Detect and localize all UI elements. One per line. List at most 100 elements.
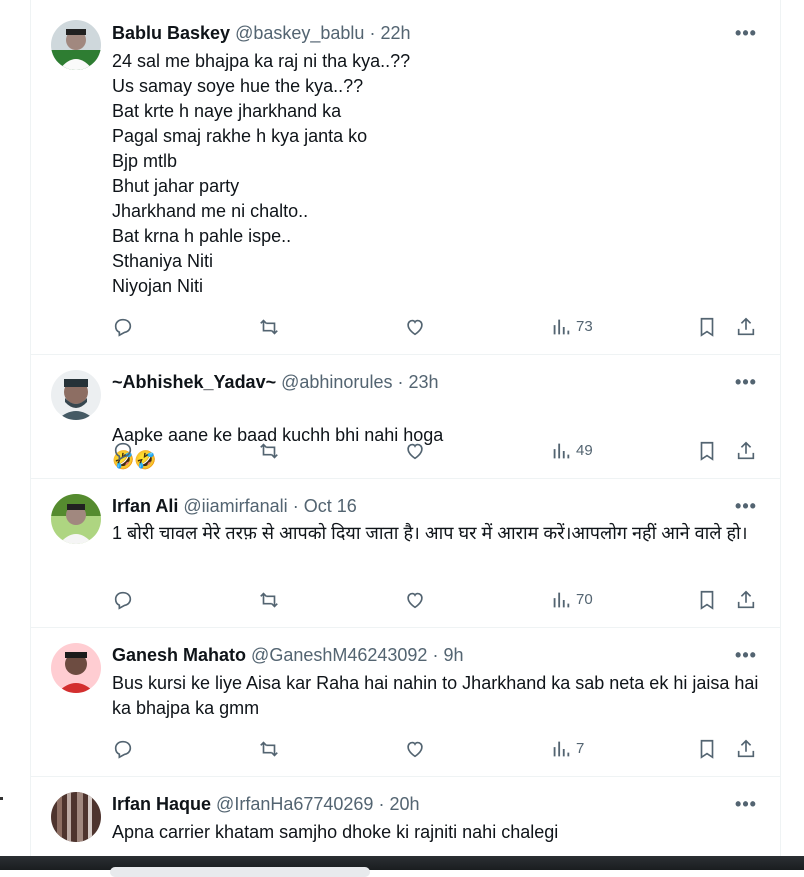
avatar[interactable]: [51, 494, 101, 544]
tweet-actions: 73: [112, 315, 762, 339]
tweet-header: Ganesh Mahato @GaneshM46243092 · 9h: [112, 643, 464, 667]
bookmark-button[interactable]: [696, 439, 718, 463]
tweet-text: Apna carrier khatam samjho dhoke ki rajn…: [112, 822, 559, 842]
like-button[interactable]: [404, 439, 426, 463]
share-button[interactable]: [735, 588, 757, 612]
share-button[interactable]: [735, 315, 757, 339]
tweet-text: 24 sal me bhajpa ka raj ni tha kya..?? U…: [112, 51, 411, 296]
share-icon: [737, 317, 755, 336]
author-name[interactable]: Irfan Ali: [112, 496, 178, 516]
tweet-actions: 7: [112, 737, 762, 761]
more-options-icon[interactable]: •••: [734, 792, 758, 816]
separator: ·: [369, 23, 376, 43]
timestamp[interactable]: 9h: [443, 645, 463, 665]
separator: ·: [432, 645, 439, 665]
reply-icon: [114, 740, 132, 759]
reply-button[interactable]: [112, 737, 134, 761]
repost-icon: [260, 741, 278, 757]
author-handle[interactable]: @baskey_bablu: [235, 23, 364, 43]
like-button[interactable]: [404, 588, 426, 612]
views-button[interactable]: 7: [550, 737, 584, 761]
views-button[interactable]: 73: [550, 315, 593, 339]
tweet-text: 1 बोरी चावल मेरे तरफ़ से आपको दिया जाता …: [112, 523, 748, 543]
timestamp[interactable]: 20h: [389, 794, 419, 814]
repost-button[interactable]: [258, 439, 280, 463]
bookmark-icon: [700, 441, 714, 461]
avatar[interactable]: [51, 20, 101, 70]
views-count: 49: [576, 442, 593, 460]
author-handle[interactable]: @IrfanHa67740269: [216, 794, 373, 814]
author-name[interactable]: Irfan Haque: [112, 794, 211, 814]
author-handle[interactable]: @iiamirfanali: [183, 496, 287, 516]
views-icon: [553, 443, 570, 459]
repost-button[interactable]: [258, 315, 280, 339]
timestamp[interactable]: 23h: [408, 372, 438, 392]
tweet[interactable]: Bablu Baskey @baskey_bablu · 22h ••• 24 …: [31, 0, 780, 355]
repost-icon: [260, 443, 278, 459]
reply-icon: [114, 318, 132, 337]
bookmark-button[interactable]: [696, 315, 718, 339]
views-count: 7: [576, 740, 585, 758]
author-name[interactable]: ~Abhishek_Yadav~: [112, 372, 276, 392]
more-options-icon[interactable]: •••: [734, 370, 758, 394]
tweet[interactable]: Irfan Haque @IrfanHa67740269 · 20h ••• A…: [31, 776, 780, 856]
repost-button[interactable]: [258, 737, 280, 761]
tweet-header: ~Abhishek_Yadav~ @abhinorules · 23h: [112, 370, 439, 394]
views-button[interactable]: 70: [550, 588, 593, 612]
timeline-column: Bablu Baskey @baskey_bablu · 22h ••• 24 …: [30, 0, 781, 856]
views-icon: [553, 741, 570, 757]
views-button[interactable]: 49: [550, 439, 593, 463]
heart-icon: [407, 741, 423, 758]
separator: ·: [292, 496, 299, 516]
author-handle[interactable]: @abhinorules: [281, 372, 392, 392]
heart-icon: [407, 592, 423, 609]
timestamp[interactable]: Oct 16: [304, 496, 357, 516]
bookmark-button[interactable]: [696, 737, 718, 761]
views-count: 73: [576, 318, 593, 336]
author-handle[interactable]: @GaneshM46243092: [251, 645, 427, 665]
tweet[interactable]: Ganesh Mahato @GaneshM46243092 · 9h ••• …: [31, 627, 780, 777]
reply-button[interactable]: [112, 439, 134, 463]
separator: ·: [397, 372, 404, 392]
separator: ·: [378, 794, 385, 814]
share-icon: [737, 739, 755, 758]
share-button[interactable]: [735, 737, 757, 761]
page-edge-mark: [0, 797, 3, 800]
taskbar-search[interactable]: [110, 867, 370, 877]
avatar[interactable]: [51, 792, 101, 842]
tweet-header: Irfan Ali @iiamirfanali · Oct 16: [112, 494, 357, 518]
author-name[interactable]: Ganesh Mahato: [112, 645, 246, 665]
avatar[interactable]: [51, 370, 101, 420]
bookmark-icon: [700, 317, 714, 337]
views-icon: [553, 319, 570, 335]
tweet[interactable]: ~Abhishek_Yadav~ @abhinorules · 23h ••• …: [31, 354, 780, 479]
heart-icon: [407, 443, 423, 460]
bookmark-icon: [700, 739, 714, 759]
tweet-header: Bablu Baskey @baskey_bablu · 22h: [112, 21, 411, 45]
reply-icon: [114, 442, 132, 461]
views-count: 70: [576, 591, 593, 609]
reply-icon: [114, 591, 132, 610]
more-options-icon[interactable]: •••: [734, 643, 758, 667]
avatar[interactable]: [51, 643, 101, 693]
tweet-actions: 49: [112, 439, 762, 463]
like-button[interactable]: [404, 737, 426, 761]
repost-icon: [260, 592, 278, 608]
share-icon: [737, 441, 755, 460]
repost-button[interactable]: [258, 588, 280, 612]
author-name[interactable]: Bablu Baskey: [112, 23, 230, 43]
more-options-icon[interactable]: •••: [734, 494, 758, 518]
heart-icon: [407, 319, 423, 336]
tweet-actions: 70: [112, 588, 762, 612]
more-options-icon[interactable]: •••: [734, 21, 758, 45]
views-icon: [553, 592, 570, 608]
share-icon: [737, 590, 755, 609]
timestamp[interactable]: 22h: [380, 23, 410, 43]
reply-button[interactable]: [112, 588, 134, 612]
share-button[interactable]: [735, 439, 757, 463]
like-button[interactable]: [404, 315, 426, 339]
bookmark-icon: [700, 590, 714, 610]
tweet[interactable]: Irfan Ali @iiamirfanali · Oct 16 ••• 1 ब…: [31, 478, 780, 628]
bookmark-button[interactable]: [696, 588, 718, 612]
reply-button[interactable]: [112, 315, 134, 339]
